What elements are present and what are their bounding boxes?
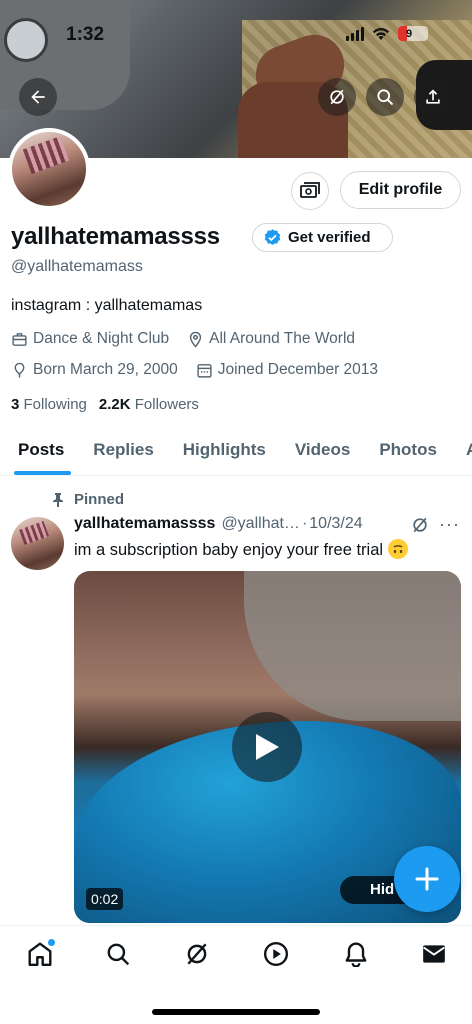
- tab-highlights[interactable]: Highlights: [165, 432, 277, 475]
- profile-avatar[interactable]: [8, 128, 90, 210]
- joined-text: Joined December 2013: [217, 361, 379, 378]
- verified-badge-icon: [264, 229, 281, 246]
- tweet-text: im a subscription baby enjoy your free t…: [74, 539, 408, 560]
- tweet-avatar[interactable]: [11, 517, 64, 570]
- nav-home[interactable]: [25, 939, 55, 969]
- share-button[interactable]: [414, 78, 452, 116]
- nav-search[interactable]: [103, 939, 133, 969]
- joined-item: Joined December 2013: [196, 361, 378, 379]
- home-indicator: [152, 1009, 320, 1015]
- search-icon: [107, 943, 130, 966]
- tab-videos[interactable]: Videos: [277, 432, 361, 475]
- tab-articles[interactable]: Art: [448, 432, 472, 475]
- video-frame-highlight: [244, 571, 461, 721]
- category-item: Dance & Night Club: [11, 330, 169, 348]
- bottom-navigation: [0, 925, 472, 1024]
- nav-grok[interactable]: [182, 939, 212, 969]
- calendar-icon: [197, 363, 212, 378]
- grok-button[interactable]: [318, 78, 356, 116]
- play-icon: [256, 734, 279, 760]
- status-icons: 9: [346, 26, 428, 41]
- tweet-date[interactable]: 10/3/24: [309, 515, 362, 533]
- briefcase-icon: [12, 332, 27, 346]
- profile-meta-row-2: Born March 29, 2000 Joined December 2013: [11, 361, 378, 379]
- grok-icon: [330, 89, 344, 105]
- tweet-header: yallhatemamassss @yallhat… · 10/3/24: [74, 515, 363, 533]
- profile-meta-row-1: Dance & Night Club All Around The World: [11, 330, 355, 348]
- nav-video[interactable]: [261, 939, 291, 969]
- tweet-author-handle[interactable]: @yallhat…: [221, 515, 300, 533]
- upside-down-face-icon: [387, 539, 408, 559]
- battery-icon: 9: [398, 26, 428, 41]
- category-text: Dance & Night Club: [33, 330, 170, 347]
- play-button[interactable]: [232, 712, 302, 782]
- get-verified-label: Get verified: [288, 229, 371, 246]
- tweet-separator: ·: [301, 515, 308, 532]
- search-button[interactable]: [366, 78, 404, 116]
- money-icon: [300, 182, 320, 198]
- birthday-text: Born March 29, 2000: [33, 361, 178, 378]
- video-duration: 0:02: [86, 888, 124, 910]
- battery-level: 9: [406, 27, 413, 40]
- profile-tabs: Posts Replies Highlights Videos Photos A…: [0, 432, 472, 476]
- following-count: 3: [11, 396, 20, 413]
- signal-icon: [346, 26, 364, 41]
- location-item: All Around The World: [187, 330, 355, 348]
- grok-icon[interactable]: [410, 515, 430, 535]
- envelope-icon: [423, 945, 445, 963]
- share-icon: [426, 89, 440, 104]
- wifi-icon: [373, 27, 389, 40]
- banner-gauge: [4, 18, 48, 62]
- more-options-button[interactable]: ···: [439, 514, 460, 535]
- following-link[interactable]: 3 Following: [11, 396, 87, 413]
- edit-profile-button[interactable]: Edit profile: [340, 171, 461, 209]
- profile-bio: instagram : yallhatemamas: [11, 297, 203, 314]
- status-time: 1:32: [66, 24, 105, 45]
- profile-handle: @yallhatemamass: [11, 258, 143, 275]
- back-button[interactable]: [19, 78, 57, 116]
- followers-count: 2.2K: [98, 396, 131, 413]
- location-pin-icon: [189, 331, 202, 348]
- nav-notifications[interactable]: [341, 939, 371, 969]
- grok-icon: [187, 943, 207, 965]
- followers-link[interactable]: 2.2K Followers: [99, 396, 199, 413]
- following-label: Following: [23, 396, 87, 413]
- followers-label: Followers: [134, 396, 199, 413]
- notification-dot: [48, 939, 55, 946]
- pin-icon: [53, 492, 63, 507]
- search-icon: [377, 89, 394, 106]
- tweet-author-name[interactable]: yallhatemamassss: [74, 515, 215, 533]
- bell-icon: [345, 942, 367, 967]
- subscriptions-button[interactable]: [291, 172, 329, 210]
- play-circle-icon: [263, 941, 289, 967]
- get-verified-button[interactable]: Get verified: [252, 223, 393, 252]
- pinned-indicator: Pinned: [52, 491, 124, 508]
- birthday-item: Born March 29, 2000: [11, 361, 178, 379]
- location-text: All Around The World: [209, 330, 356, 347]
- tweet-text-content: im a subscription baby enjoy your free t…: [74, 541, 388, 559]
- follow-stats: 3 Following 2.2K Followers: [11, 396, 199, 413]
- tab-posts[interactable]: Posts: [0, 432, 75, 475]
- profile-display-name: yallhatemamassss: [11, 223, 220, 250]
- nav-messages[interactable]: [419, 939, 449, 969]
- pinned-label: Pinned: [74, 491, 125, 508]
- balloon-icon: [14, 362, 25, 378]
- plus-icon: [415, 867, 439, 891]
- tab-replies[interactable]: Replies: [75, 432, 164, 475]
- back-arrow-icon: [31, 90, 45, 104]
- compose-post-button[interactable]: [394, 846, 460, 912]
- tab-photos[interactable]: Photos: [361, 432, 448, 475]
